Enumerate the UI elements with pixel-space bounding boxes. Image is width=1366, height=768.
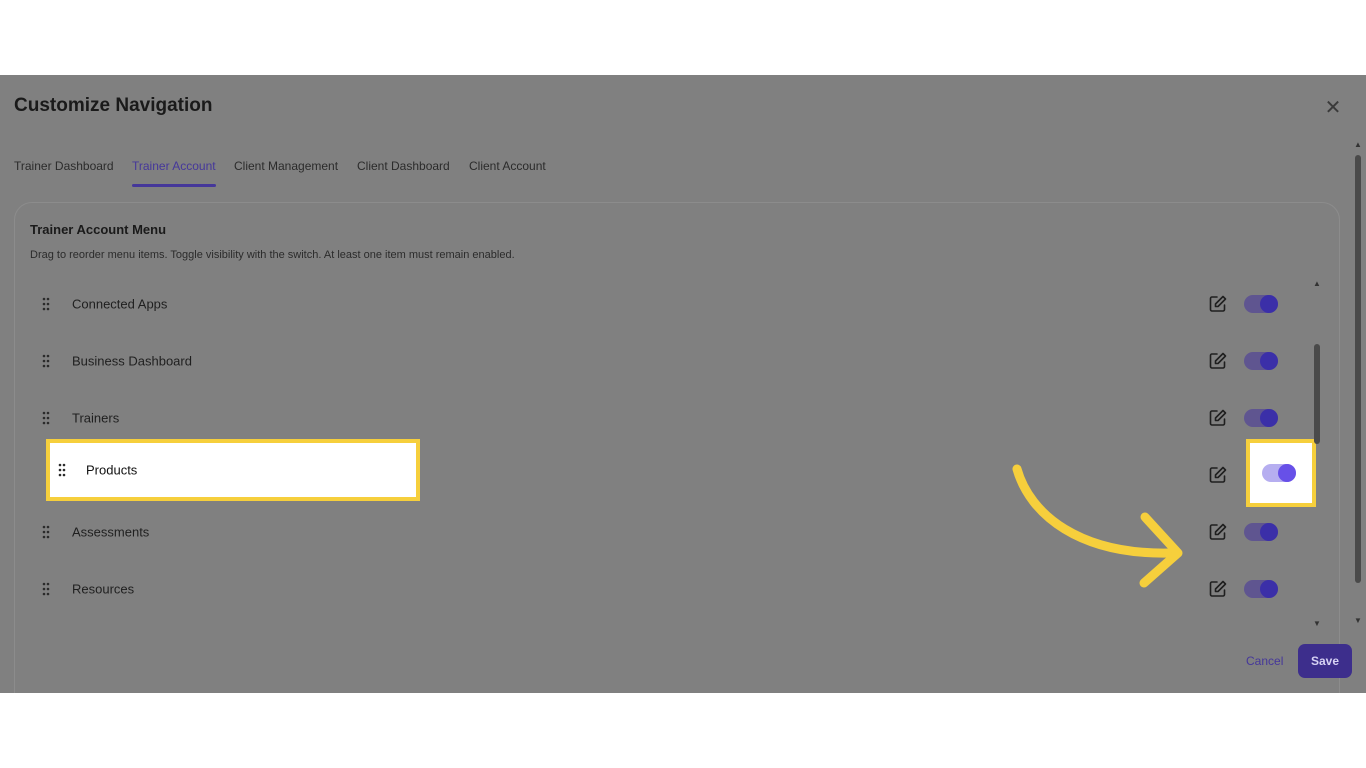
menu-item-label: Connected Apps <box>72 296 168 311</box>
list-item: Connected Apps <box>32 275 1294 332</box>
drag-handle-icon[interactable] <box>42 354 50 368</box>
edit-icon[interactable] <box>1208 408 1228 428</box>
scroll-down-icon[interactable]: ▼ <box>1354 617 1362 625</box>
toggle-knob <box>1260 408 1278 427</box>
tab-trainer-dashboard[interactable]: Trainer Dashboard <box>14 159 114 181</box>
scroll-thumb[interactable] <box>1314 344 1320 444</box>
toggle-knob <box>1278 464 1296 482</box>
visibility-toggle[interactable] <box>1244 351 1278 370</box>
visibility-toggle[interactable] <box>1244 294 1278 313</box>
edit-icon[interactable] <box>1208 351 1228 371</box>
drag-handle-icon[interactable] <box>42 297 50 311</box>
save-button[interactable]: Save <box>1298 644 1352 678</box>
scroll-thumb[interactable] <box>1355 155 1361 583</box>
visibility-toggle[interactable] <box>1244 579 1278 598</box>
toggle-knob <box>1260 522 1278 541</box>
drag-handle-icon[interactable] <box>42 411 50 425</box>
scroll-down-icon[interactable]: ▼ <box>1313 620 1321 628</box>
visibility-toggle[interactable] <box>1262 464 1296 482</box>
menu-item-label: Assessments <box>72 524 150 539</box>
edit-icon[interactable] <box>1208 465 1228 485</box>
drag-handle-icon[interactable] <box>58 463 66 477</box>
pointer-arrow-icon <box>1012 464 1183 588</box>
scroll-up-icon[interactable]: ▲ <box>1354 141 1362 149</box>
list-item: Trainers <box>32 389 1294 446</box>
highlighted-products-toggle <box>1246 439 1316 507</box>
visibility-toggle[interactable] <box>1244 408 1278 427</box>
list-scrollbar[interactable]: ▲ ▼ <box>1312 280 1322 630</box>
tab-client-account[interactable]: Client Account <box>469 159 546 181</box>
visibility-toggle[interactable] <box>1244 522 1278 541</box>
cancel-button[interactable]: Cancel <box>1246 654 1283 668</box>
menu-item-label: Products <box>86 462 138 478</box>
close-icon[interactable]: ✕ <box>1321 96 1345 120</box>
menu-item-label: Business Dashboard <box>72 353 192 368</box>
toggle-knob <box>1260 351 1278 370</box>
drag-handle-icon[interactable] <box>42 582 50 596</box>
modal-title: Customize Navigation <box>14 95 213 116</box>
list-item: Business Dashboard <box>32 332 1294 389</box>
modal-scrollbar[interactable]: ▲ ▼ <box>1353 141 1365 631</box>
tab-client-management[interactable]: Client Management <box>234 159 338 181</box>
toggle-knob <box>1260 579 1278 598</box>
panel-title: Trainer Account Menu <box>30 222 167 237</box>
panel-description: Drag to reorder menu items. Toggle visib… <box>30 249 515 261</box>
menu-item-label: Resources <box>72 581 135 596</box>
highlighted-products-row[interactable]: Products <box>46 439 420 501</box>
edit-icon[interactable] <box>1208 522 1228 542</box>
tab-trainer-account[interactable]: Trainer Account <box>132 159 216 187</box>
tab-client-dashboard[interactable]: Client Dashboard <box>357 159 450 181</box>
toggle-knob <box>1260 294 1278 313</box>
customize-navigation-modal: Customize Navigation ✕ Trainer Dashboard… <box>0 75 1366 693</box>
scroll-up-icon[interactable]: ▲ <box>1313 280 1321 288</box>
edit-icon[interactable] <box>1208 294 1228 314</box>
edit-icon[interactable] <box>1208 579 1228 599</box>
menu-item-label: Trainers <box>72 410 120 425</box>
drag-handle-icon[interactable] <box>42 525 50 539</box>
